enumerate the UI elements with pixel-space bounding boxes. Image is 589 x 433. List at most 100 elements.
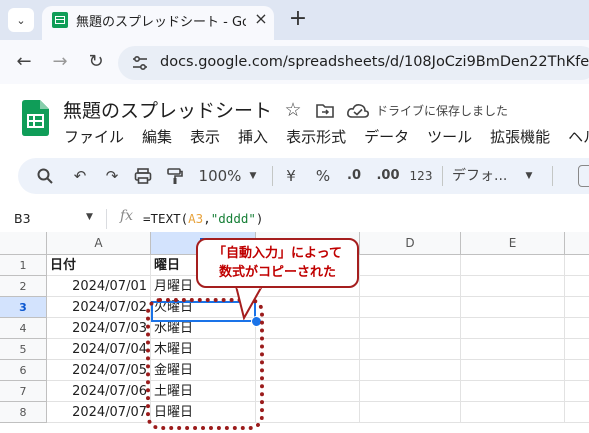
print-icon[interactable] — [134, 167, 152, 185]
menu-bar: ファイル 編集 表示 挿入 表示形式 データ ツール 拡張機能 ヘルプ — [64, 126, 589, 148]
sheets-logo-icon[interactable] — [22, 100, 49, 136]
menu-file[interactable]: ファイル — [64, 126, 132, 148]
menu-extensions[interactable]: 拡張機能 — [490, 126, 558, 148]
menu-data[interactable]: データ — [364, 126, 417, 148]
row-header-3[interactable]: 3 — [0, 297, 47, 318]
more-formats-button[interactable]: 123 — [408, 166, 434, 186]
empty-cell[interactable] — [565, 339, 589, 360]
row-header-1[interactable]: 1 — [0, 255, 47, 276]
paint-format-icon[interactable] — [166, 167, 184, 185]
empty-cell[interactable] — [565, 276, 589, 297]
empty-cell[interactable] — [360, 276, 461, 297]
empty-cell[interactable] — [565, 255, 589, 276]
empty-cell[interactable] — [360, 360, 461, 381]
caret-down-icon[interactable]: ▼ — [522, 166, 536, 186]
empty-cell[interactable] — [256, 318, 360, 339]
empty-cell[interactable] — [256, 360, 360, 381]
reload-icon[interactable]: ↻ — [84, 50, 108, 74]
empty-cell[interactable] — [565, 381, 589, 402]
column-header-d[interactable]: D — [360, 232, 461, 255]
select-all-corner[interactable] — [0, 232, 47, 255]
search-menus-icon[interactable] — [36, 167, 54, 185]
empty-cell[interactable] — [256, 339, 360, 360]
save-status[interactable]: ドライブに保存しました — [376, 102, 508, 119]
column-header-e[interactable]: E — [461, 232, 565, 255]
menu-insert[interactable]: 挿入 — [238, 126, 276, 148]
empty-cell[interactable] — [360, 255, 461, 276]
increase-decimal-button[interactable]: .00 — [373, 166, 403, 186]
tab-search-button[interactable]: ⌄ — [8, 8, 34, 32]
formula-bar-divider — [106, 209, 107, 229]
row-header-4[interactable]: 4 — [0, 318, 47, 339]
caret-down-icon[interactable]: ▼ — [86, 212, 93, 222]
cloud-saved-icon[interactable] — [346, 101, 370, 121]
tab-title: 無題のスプレッドシート - Google ス — [76, 15, 246, 29]
cell-date[interactable]: 2024/07/03 — [47, 318, 151, 339]
menu-view[interactable]: 表示 — [190, 126, 228, 148]
row-header-5[interactable]: 5 — [0, 339, 47, 360]
empty-cell[interactable] — [565, 360, 589, 381]
undo-icon[interactable]: ↶ — [70, 166, 90, 186]
toolbar-divider — [442, 166, 443, 186]
url-text[interactable]: docs.google.com/spreadsheets/d/108JoCzi9… — [160, 54, 589, 74]
decrease-decimal-button[interactable]: .0 — [343, 166, 365, 186]
menu-edit[interactable]: 編集 — [142, 126, 180, 148]
empty-cell[interactable] — [360, 297, 461, 318]
toolbar-divider — [552, 166, 553, 186]
formula-suffix: ) — [255, 211, 264, 226]
row-header-8[interactable]: 8 — [0, 402, 47, 423]
empty-cell[interactable] — [461, 360, 565, 381]
empty-cell[interactable] — [461, 276, 565, 297]
empty-cell[interactable] — [461, 402, 565, 423]
font-select[interactable]: デフォ... — [452, 166, 518, 186]
document-title[interactable]: 無題のスプレッドシート — [63, 96, 272, 123]
forward-icon[interactable]: → — [48, 50, 72, 74]
move-folder-icon[interactable] — [314, 100, 336, 122]
empty-cell[interactable] — [256, 402, 360, 423]
percent-format-button[interactable]: % — [314, 166, 332, 186]
empty-cell[interactable] — [565, 297, 589, 318]
empty-cell[interactable] — [360, 381, 461, 402]
column-header-a[interactable]: A — [47, 232, 151, 255]
caret-down-icon[interactable]: ▼ — [246, 166, 260, 186]
menu-format[interactable]: 表示形式 — [286, 126, 354, 148]
cell-date[interactable]: 2024/07/05 — [47, 360, 151, 381]
annotation-callout: 「自動入力」によって 数式がコピーされた — [196, 238, 359, 288]
close-icon[interactable]: × — [252, 10, 270, 28]
empty-cell[interactable] — [360, 402, 461, 423]
menu-help[interactable]: ヘルプ — [568, 126, 589, 148]
empty-cell[interactable] — [461, 297, 565, 318]
cell-date[interactable]: 2024/07/02 — [47, 297, 151, 318]
empty-cell[interactable] — [565, 318, 589, 339]
zoom-select[interactable]: 100% — [196, 166, 244, 186]
empty-cell[interactable] — [461, 339, 565, 360]
menu-tools[interactable]: ツール — [427, 126, 480, 148]
empty-cell[interactable] — [565, 402, 589, 423]
row-header-7[interactable]: 7 — [0, 381, 47, 402]
empty-cell[interactable] — [360, 318, 461, 339]
chevron-down-icon: ⌄ — [16, 13, 26, 27]
cell-date[interactable]: 2024/07/06 — [47, 381, 151, 402]
site-info-icon[interactable] — [130, 53, 150, 73]
star-icon[interactable]: ☆ — [282, 99, 304, 121]
empty-cell[interactable] — [461, 381, 565, 402]
font-size-field[interactable] — [578, 165, 589, 187]
redo-icon[interactable]: ↷ — [102, 166, 122, 186]
new-tab-button[interactable]: + — [286, 8, 310, 32]
cell-a1[interactable]: 日付 — [47, 255, 151, 276]
cell-date[interactable]: 2024/07/01 — [47, 276, 151, 297]
empty-cell[interactable] — [360, 339, 461, 360]
formula-input[interactable]: =TEXT(A3,"dddd") — [143, 211, 263, 226]
empty-cell[interactable] — [256, 381, 360, 402]
back-icon[interactable]: ← — [12, 50, 36, 74]
column-header-f[interactable] — [565, 232, 589, 255]
empty-cell[interactable] — [461, 255, 565, 276]
currency-format-button[interactable]: ¥ — [283, 166, 299, 186]
empty-cell[interactable] — [461, 318, 565, 339]
cell-date[interactable]: 2024/07/07 — [47, 402, 151, 423]
callout-line-2: 数式がコピーされた — [218, 265, 336, 280]
row-header-6[interactable]: 6 — [0, 360, 47, 381]
name-box[interactable]: B3 — [14, 211, 31, 226]
row-header-2[interactable]: 2 — [0, 276, 47, 297]
cell-date[interactable]: 2024/07/04 — [47, 339, 151, 360]
